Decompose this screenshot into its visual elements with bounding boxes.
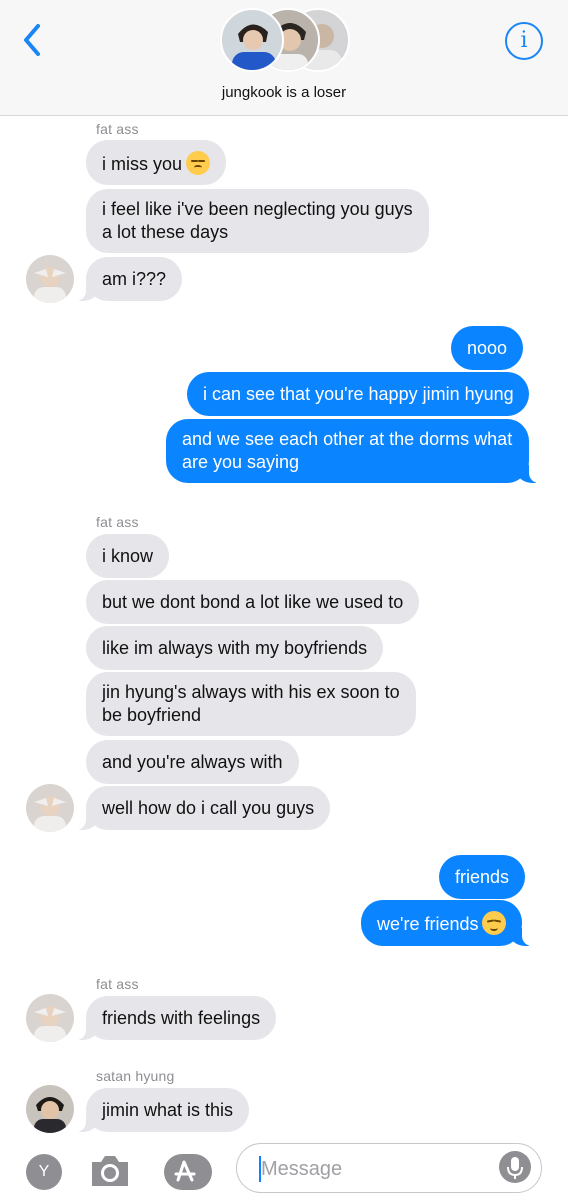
smiling-face-emoji-icon (482, 911, 507, 935)
chevron-left-icon (24, 24, 40, 56)
camera-button[interactable] (88, 1152, 132, 1190)
pensive-face-emoji-icon (186, 151, 211, 175)
message-bubble-incoming[interactable]: friends with feelings (73, 996, 277, 1040)
message-bubble-incoming[interactable]: jimin what is this (73, 1088, 250, 1132)
sender-name: fat ass (96, 121, 139, 137)
message-text: but we dont bond a lot like we used to (102, 592, 404, 612)
message-bubble-outgoing[interactable]: and we see each other at the dorms what a… (166, 419, 541, 483)
message-text: i miss you (102, 154, 183, 174)
message-input[interactable] (259, 1152, 493, 1186)
microphone-button[interactable] (499, 1151, 531, 1183)
message-text: i know (102, 546, 154, 566)
message-text-line: are you saying (182, 452, 300, 472)
message-text: nooo (467, 338, 508, 358)
group-avatar-1 (220, 8, 284, 72)
message-text: jimin what is this (102, 1100, 234, 1120)
group-avatars[interactable] (220, 8, 350, 74)
app-store-button[interactable] (162, 1152, 214, 1192)
camera-icon (92, 1156, 128, 1186)
message-text-line: i feel like i've been neglecting you guy… (102, 199, 413, 219)
conversation-header: jungkook is a loser i (0, 0, 568, 116)
message-bubble-incoming[interactable]: am i??? (73, 257, 183, 301)
message-bubble-incoming[interactable]: jin hyung's always with his ex soon to be… (86, 672, 416, 736)
message-text: and you're always with (102, 752, 283, 772)
message-text-line: a lot these days (102, 222, 229, 242)
message-text: friends (455, 867, 510, 887)
message-bubble-incoming[interactable]: but we dont bond a lot like we used to (86, 580, 420, 624)
message-bubble-incoming[interactable]: i know (86, 534, 170, 578)
message-text: we're friends (377, 914, 479, 934)
y-app-button[interactable]: Y (26, 1154, 62, 1190)
avatar-fat-ass[interactable] (26, 994, 74, 1042)
sender-name: fat ass (96, 976, 139, 992)
conversation-title[interactable]: jungkook is a loser (0, 84, 568, 101)
microphone-icon (507, 1157, 523, 1179)
message-bubble-incoming[interactable]: like im always with my boyfriends (86, 626, 384, 670)
avatar-fat-ass[interactable] (26, 255, 74, 303)
message-bubble-outgoing[interactable]: nooo (451, 326, 524, 370)
message-text-line: and we see each other at the dorms what (182, 429, 513, 449)
message-input-field[interactable] (236, 1143, 542, 1193)
message-bubble-incoming[interactable]: well how do i call you guys (73, 786, 331, 830)
message-bubble-incoming[interactable]: and you're always with (86, 740, 299, 784)
message-text: friends with feelings (102, 1008, 261, 1028)
avatar-satan-hyung[interactable] (26, 1085, 74, 1133)
sender-name: fat ass (96, 514, 139, 530)
message-bubble-outgoing[interactable]: friends (439, 855, 526, 899)
message-text: well how do i call you guys (102, 798, 315, 818)
back-button[interactable] (18, 20, 58, 64)
sender-name: satan hyung (96, 1068, 175, 1084)
avatar-fat-ass[interactable] (26, 784, 74, 832)
message-text-line: be boyfriend (102, 705, 202, 725)
message-text: like im always with my boyfriends (102, 638, 368, 658)
message-bubble-outgoing[interactable]: i can see that you're happy jimin hyung (187, 372, 529, 416)
message-bubble-incoming[interactable]: i feel like i've been neglecting you guy… (86, 189, 429, 253)
message-bubble-outgoing[interactable]: we're friends (361, 900, 536, 946)
info-button[interactable]: i (505, 22, 543, 60)
message-bubble-incoming[interactable]: i miss you (86, 140, 227, 185)
app-store-icon (164, 1154, 212, 1190)
message-text-line: jin hyung's always with his ex soon to (102, 682, 400, 702)
message-text: am i??? (102, 269, 167, 289)
message-text: i can see that you're happy jimin hyung (203, 384, 514, 404)
info-icon: i (520, 28, 528, 53)
